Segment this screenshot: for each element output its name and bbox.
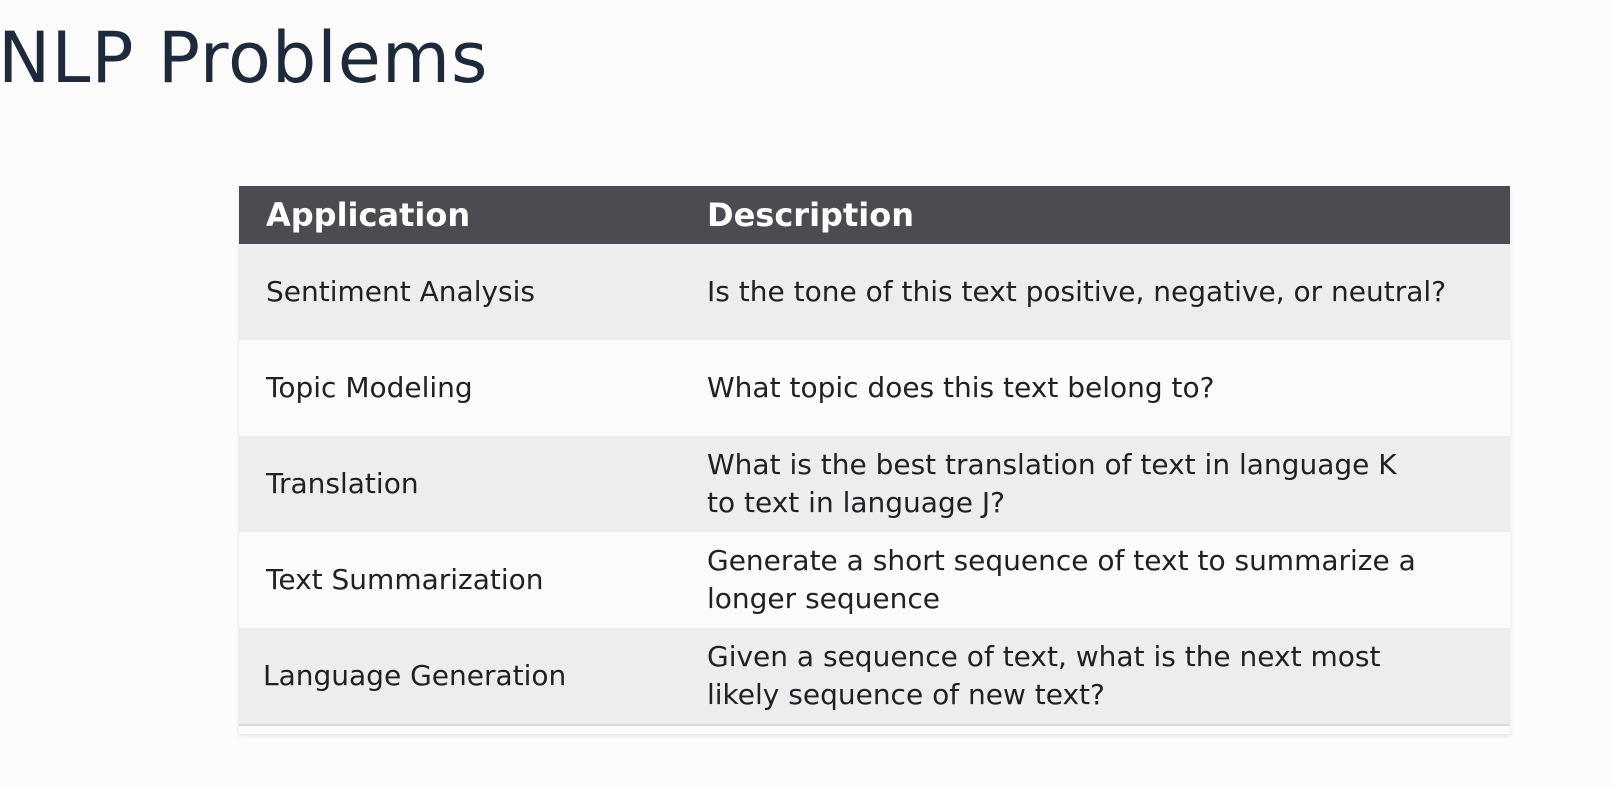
- description-cell: What is the best translation of text in …: [680, 436, 1510, 532]
- table-row: Sentiment Analysis Is the tone of this t…: [239, 244, 1510, 340]
- application-name: Text Summarization: [266, 563, 544, 596]
- application-cell: Text Summarization: [239, 532, 680, 628]
- application-cell: Language Generation: [239, 628, 680, 726]
- description-text: What is the best translation of text in …: [707, 448, 1397, 519]
- nlp-problems-table-container: Application Description Sentiment Analys…: [239, 186, 1510, 734]
- description-cell: Generate a short sequence of text to sum…: [680, 532, 1510, 628]
- nlp-problems-table: Application Description Sentiment Analys…: [239, 186, 1510, 726]
- column-header-description: Description: [680, 186, 1510, 244]
- table-row: Language Generation Given a sequence of …: [239, 628, 1510, 726]
- description-text: Given a sequence of text, what is the ne…: [707, 640, 1381, 711]
- table-row: Topic Modeling What topic does this text…: [239, 340, 1510, 436]
- application-name: Translation: [266, 467, 419, 500]
- column-header-application: Application: [239, 186, 680, 244]
- application-name: Topic Modeling: [266, 371, 473, 404]
- table-row: Text Summarization Generate a short sequ…: [239, 532, 1510, 628]
- application-name: Sentiment Analysis: [266, 275, 535, 308]
- description-cell: What topic does this text belong to?: [680, 340, 1510, 436]
- page-title: NLP Problems: [0, 17, 489, 99]
- description-cell: Given a sequence of text, what is the ne…: [680, 628, 1510, 726]
- application-name: Language Generation: [263, 659, 567, 692]
- table-header-row: Application Description: [239, 186, 1510, 244]
- table-row: Translation What is the best translation…: [239, 436, 1510, 532]
- application-cell: Sentiment Analysis: [239, 244, 680, 340]
- application-cell: Topic Modeling: [239, 340, 680, 436]
- description-text: Generate a short sequence of text to sum…: [707, 544, 1416, 615]
- application-cell: Translation: [239, 436, 680, 532]
- description-cell: Is the tone of this text positive, negat…: [680, 244, 1510, 340]
